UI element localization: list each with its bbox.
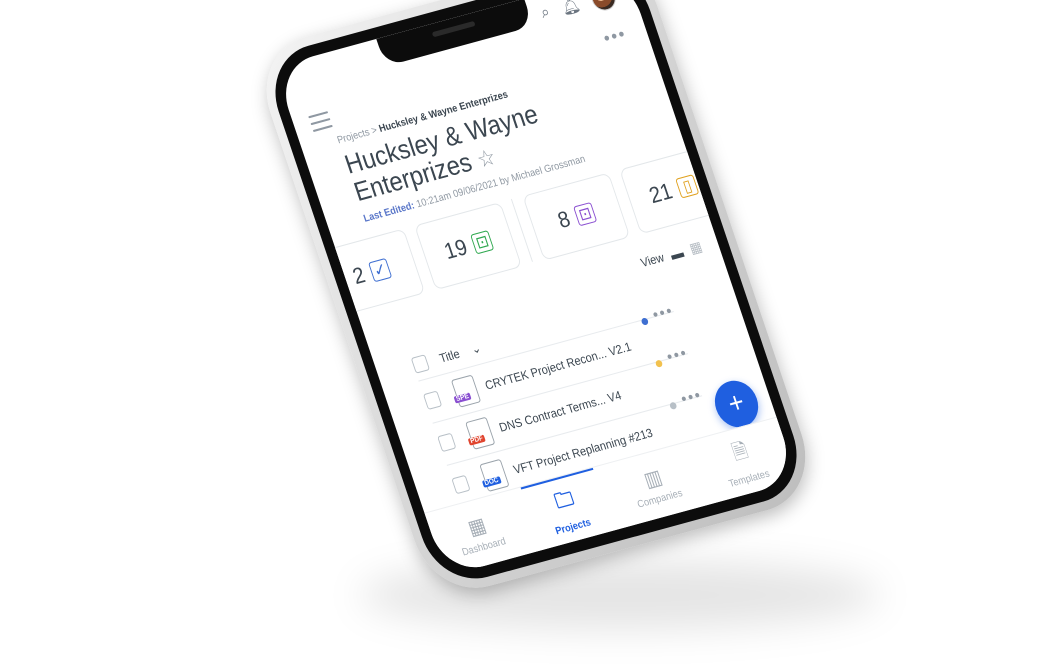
stat-value: 19	[440, 233, 471, 265]
select-all-checkbox[interactable]	[410, 354, 431, 374]
folder-icon: 🗀	[551, 487, 577, 514]
doc-icon: ▯	[675, 174, 700, 199]
file-type-tag: SPE	[453, 392, 472, 404]
stat-value: 21	[645, 177, 676, 209]
file-doc-icon: DOC	[479, 458, 510, 492]
grid-view-icon[interactable]: ▦	[687, 238, 704, 258]
file-type-tag: PDF	[467, 434, 486, 446]
top-bar-actions: ⌕ 🔔︎	[537, 0, 620, 27]
check-doc-icon: ✓	[368, 257, 393, 283]
nav-label: Companies	[635, 487, 684, 511]
device-mockup-scene: ⌕ 🔔︎ ••• Projects > Hucksley & Wayne Ent…	[0, 0, 1064, 664]
row-checkbox[interactable]	[437, 432, 457, 453]
star-icon[interactable]: ☆	[473, 144, 499, 173]
status-dot	[654, 359, 664, 368]
lock-doc-icon: ⊡	[573, 201, 598, 227]
lock-doc-icon: ⊡	[470, 230, 495, 255]
dashboard-icon: ▦	[465, 513, 490, 540]
chevron-down-icon[interactable]: ⌄	[469, 341, 482, 357]
view-toggle: View ▬ ▦	[638, 238, 705, 271]
nav-label: Projects	[554, 517, 593, 538]
avatar[interactable]	[587, 0, 620, 14]
row-checkbox[interactable]	[422, 390, 443, 410]
more-horizontal-icon[interactable]: •••	[679, 386, 705, 409]
more-horizontal-icon[interactable]: •••	[665, 344, 691, 367]
menu-icon[interactable]	[307, 106, 335, 137]
notch-speaker	[431, 20, 476, 38]
stat-value: 2	[349, 261, 369, 290]
status-dot	[640, 317, 650, 326]
row-checkbox[interactable]	[451, 474, 471, 495]
file-pdf-icon: PDF	[465, 416, 496, 450]
more-horizontal-icon[interactable]: •••	[650, 302, 676, 325]
nav-label: Dashboard	[460, 535, 508, 559]
list-view-icon[interactable]: ▬	[668, 243, 686, 262]
column-title[interactable]: Title	[437, 347, 461, 366]
file-spe-icon: SPE	[450, 374, 482, 408]
view-label: View	[638, 249, 666, 270]
search-icon[interactable]: ⌕	[539, 3, 553, 23]
status-dot	[668, 401, 678, 411]
bell-icon[interactable]: 🔔︎	[558, 0, 582, 18]
more-horizontal-icon[interactable]: •••	[601, 23, 630, 50]
buildings-icon: ▥	[641, 465, 666, 492]
app-screen: ⌕ 🔔︎ ••• Projects > Hucksley & Wayne Ent…	[274, 0, 798, 577]
stat-card[interactable]: 8 ⊡	[522, 172, 631, 261]
stat-card[interactable]: 19 ⊡	[414, 202, 523, 291]
phone-device: ⌕ 🔔︎ ••• Projects > Hucksley & Wayne Ent…	[250, 0, 822, 601]
file-type-tag: DOC	[481, 476, 502, 488]
template-icon: 🗎	[729, 439, 751, 465]
nav-label: Templates	[727, 468, 772, 491]
stat-value: 8	[554, 205, 574, 234]
